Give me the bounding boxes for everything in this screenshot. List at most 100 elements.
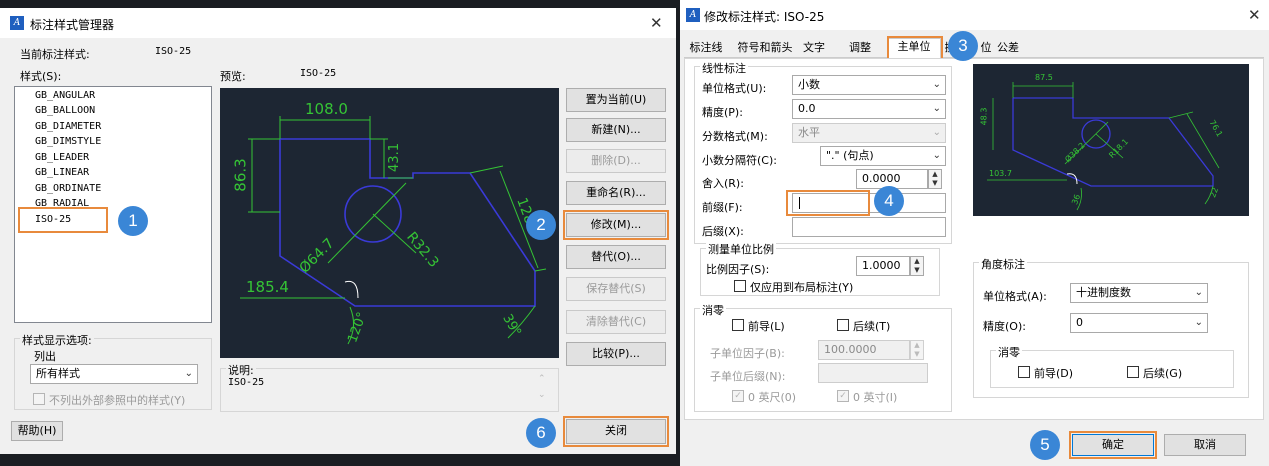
chevron-down-icon: ⌄ <box>932 79 941 90</box>
round-off-spinner[interactable]: ▲ ▼ <box>928 169 942 189</box>
round-off-label: 舍入(R): <box>702 177 744 190</box>
current-style-label: 当前标注样式: <box>20 48 90 61</box>
dim-small: 43.1 <box>386 143 402 172</box>
step-badge-1: 1 <box>118 206 148 236</box>
layout-only-checkbox[interactable] <box>734 280 746 292</box>
chevron-down-icon: ⌄ <box>1194 287 1203 298</box>
ang-zero-section-title: 消零 <box>996 344 1022 360</box>
decimal-separator-label: 小数分隔符(C): <box>702 154 777 167</box>
list-item[interactable]: GB_DIAMETER <box>35 121 101 132</box>
list-item[interactable]: GB_LINEAR <box>35 167 89 178</box>
ang-precision-value: 0 <box>1076 316 1083 329</box>
delete-button[interactable]: 删除(D)... <box>566 149 666 173</box>
angular-section-title: 角度标注 <box>979 256 1027 272</box>
step-badge-4: 4 <box>874 186 904 216</box>
decimal-separator-value: "." (句点) <box>826 149 874 162</box>
unit-format-select[interactable]: 小数 ⌄ <box>792 75 946 95</box>
exclude-xref-label: 不列出外部参照中的样式(Y) <box>49 394 186 407</box>
list-filter-select[interactable]: 所有样式 ⌄ <box>30 364 198 384</box>
step-badge-5: 5 <box>1030 430 1060 460</box>
fraction-format-value: 水平 <box>798 126 820 139</box>
scroll-up-icon[interactable]: ⌃ <box>538 374 546 384</box>
dimension-style-manager-dialog: A 标注样式管理器 ✕ 当前标注样式: ISO-25 样式(S): 预览: IS… <box>0 8 676 454</box>
current-style-value: ISO-25 <box>155 46 192 57</box>
tab-tolerances[interactable]: 公差 <box>994 40 1022 58</box>
window-title: 标注样式管理器 <box>30 18 115 32</box>
scale-factor-input[interactable]: 1.0000 <box>856 256 910 276</box>
override-button[interactable]: 替代(O)... <box>566 245 666 269</box>
chevron-down-icon: ⌄ <box>1194 317 1203 328</box>
fraction-format-select[interactable]: 水平 ⌄ <box>792 123 946 143</box>
dim-left: 48.3 <box>979 107 989 126</box>
sub-factor-spinner[interactable]: ▲ ▼ <box>910 340 924 360</box>
decimal-separator-select[interactable]: "." (句点) ⌄ <box>820 146 946 166</box>
tab-lines[interactable]: 标注线 <box>686 40 726 58</box>
sub-suffix-input[interactable] <box>818 363 928 383</box>
suffix-label: 后缀(X): <box>702 225 744 238</box>
scroll-down-icon[interactable]: ⌄ <box>538 390 546 400</box>
linear-section-title: 线性标注 <box>700 60 748 76</box>
list-item[interactable]: GB_ANGULAR <box>35 90 95 101</box>
trailing-checkbox[interactable] <box>837 319 849 331</box>
preview-style-name: ISO-25 <box>300 68 337 79</box>
chevron-down-icon: ⌄ <box>932 127 941 138</box>
sub-factor-label: 子单位因子(B): <box>710 347 785 360</box>
step-badge-6: 6 <box>526 418 556 448</box>
tab-symbols-arrows[interactable]: 符号和箭头 <box>732 40 798 58</box>
leading-checkbox[interactable] <box>732 319 744 331</box>
ang-precision-label: 精度(O): <box>983 320 1026 333</box>
tab-fit[interactable]: 调整 <box>846 40 874 58</box>
list-filter-value: 所有样式 <box>36 367 80 380</box>
sub-factor-input[interactable]: 100.0000 <box>818 340 910 360</box>
clear-override-button[interactable]: 清除替代(C) <box>566 310 666 334</box>
styles-label: 样式(S): <box>20 70 62 83</box>
chevron-down-icon: ⌄ <box>932 103 941 114</box>
units-preview: 87.5 48.3 76.1 Ø38.2 R18.1 103.7 36 22 <box>973 64 1249 216</box>
ang-leading-checkbox[interactable] <box>1018 366 1030 378</box>
fraction-format-label: 分数格式(M): <box>702 130 768 143</box>
compare-button[interactable]: 比较(P)... <box>566 342 666 366</box>
preview-label: 预览: <box>220 70 246 83</box>
ang-trailing-checkbox[interactable] <box>1127 366 1139 378</box>
list-item[interactable]: GB_DIMSTYLE <box>35 136 101 147</box>
precision-select[interactable]: 0.0 ⌄ <box>792 99 946 119</box>
close-icon[interactable]: ✕ <box>650 14 663 32</box>
inches-checkbox[interactable]: ✓ <box>837 390 849 402</box>
leading-label: 前导(L) <box>748 320 785 333</box>
rename-button[interactable]: 重命名(R)... <box>566 181 666 205</box>
ang-trailing-label: 后续(G) <box>1143 367 1183 380</box>
save-override-button[interactable]: 保存替代(S) <box>566 277 666 301</box>
trailing-label: 后续(T) <box>853 320 891 333</box>
display-options-label: 样式显示选项: <box>20 332 94 348</box>
chevron-down-icon: ⌄ <box>184 368 193 379</box>
list-item[interactable]: GB_ORDINATE <box>35 183 101 194</box>
style-preview: 108.0 86.3 43.1 Ø64.7 R32.3 185.4 128 39… <box>220 88 559 358</box>
ok-button[interactable]: 确定 <box>1069 431 1157 459</box>
close-button[interactable]: 关闭 <box>563 416 669 447</box>
title-bar: A 修改标注样式: ISO-25 ✕ <box>680 0 1269 30</box>
new-button[interactable]: 新建(N)... <box>566 118 666 142</box>
styles-list[interactable]: GB_ANGULAR GB_BALLOON GB_DIAMETER GB_DIM… <box>14 86 212 323</box>
exclude-xref-checkbox[interactable] <box>33 393 45 405</box>
dim-left: 86.3 <box>231 158 250 192</box>
feet-checkbox[interactable]: ✓ <box>732 390 744 402</box>
inches-label: 0 英寸(I) <box>853 391 898 404</box>
suffix-input[interactable] <box>792 217 946 237</box>
set-current-button[interactable]: 置为当前(U) <box>566 88 666 112</box>
scale-factor-spinner[interactable]: ▲ ▼ <box>910 256 924 276</box>
scale-factor-label: 比例因子(S): <box>706 263 770 276</box>
help-button[interactable]: 帮助(H) <box>11 421 63 441</box>
tab-alternate-units-end[interactable]: 位 <box>980 40 992 58</box>
close-icon[interactable]: ✕ <box>1248 6 1261 24</box>
list-item[interactable]: GB_LEADER <box>35 152 89 163</box>
precision-label: 精度(P): <box>702 106 743 119</box>
modify-button[interactable]: 修改(M)... <box>563 210 669 240</box>
list-item[interactable]: GB_BALLOON <box>35 105 95 116</box>
ang-unit-format-select[interactable]: 十进制度数 ⌄ <box>1070 283 1208 303</box>
modify-dimension-style-dialog: A 修改标注样式: ISO-25 ✕ 标注线 符号和箭头 文字 调整 主单位 换… <box>680 0 1269 466</box>
ang-precision-select[interactable]: 0 ⌄ <box>1070 313 1208 333</box>
tab-text[interactable]: 文字 <box>800 40 828 58</box>
layout-only-label: 仅应用到布局标注(Y) <box>750 281 854 294</box>
cancel-button[interactable]: 取消 <box>1164 434 1246 456</box>
prefix-label: 前缀(F): <box>702 201 743 214</box>
